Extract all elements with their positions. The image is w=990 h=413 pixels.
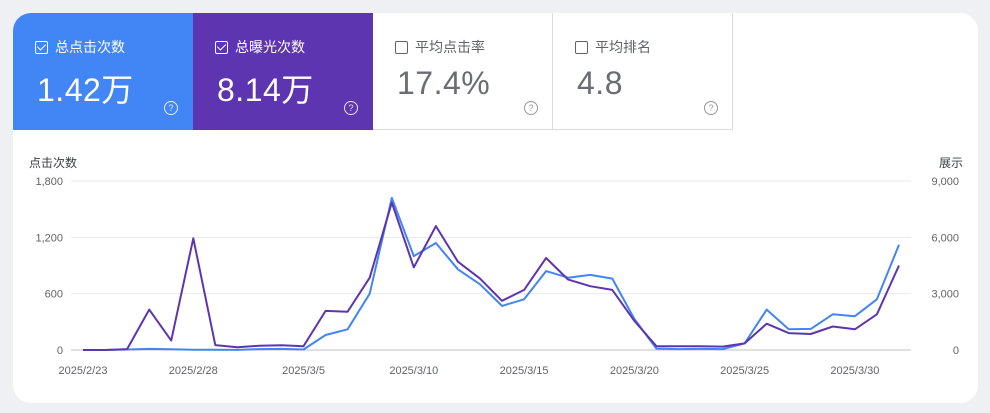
y-right-axis-title: 展示 xyxy=(939,156,963,170)
y-right-tick-label: 0 xyxy=(953,345,959,357)
x-tick-label: 2025/3/10 xyxy=(389,365,438,377)
x-tick-label: 2025/2/28 xyxy=(169,365,218,377)
performance-chart[interactable]: 点击次数 展示 1,800 9,000 1,200 6,000 600 3,000 0 0 20… xyxy=(13,13,978,403)
series-line-impressions[interactable] xyxy=(83,201,900,351)
x-tick-label: 2025/3/25 xyxy=(720,365,769,377)
y-left-tick-label: 600 xyxy=(45,289,63,301)
y-right-tick-label: 6,000 xyxy=(931,232,959,244)
y-left-tick-label: 0 xyxy=(57,345,63,357)
series-lines xyxy=(83,196,900,351)
y-right-tick-label: 3,000 xyxy=(931,289,959,301)
x-tick-label: 2025/3/30 xyxy=(830,365,879,377)
axis-ticks: 1,800 9,000 1,200 6,000 600 3,000 0 0 2025/2/23 2… xyxy=(35,176,959,377)
performance-card: 总点击次数 1.42万 ? 总曝光次数 8.14万 ? 平均点击率 17.4% … xyxy=(13,13,978,403)
x-tick-label: 2025/2/23 xyxy=(59,365,108,377)
x-tick-label: 2025/3/15 xyxy=(500,365,549,377)
x-tick-label: 2025/3/20 xyxy=(610,365,659,377)
y-left-tick-label: 1,200 xyxy=(35,232,63,244)
y-right-tick-label: 9,000 xyxy=(931,176,959,188)
y-left-axis-title: 点击次数 xyxy=(29,155,77,170)
x-tick-label: 2025/3/5 xyxy=(282,365,325,377)
y-left-tick-label: 1,800 xyxy=(35,176,63,188)
